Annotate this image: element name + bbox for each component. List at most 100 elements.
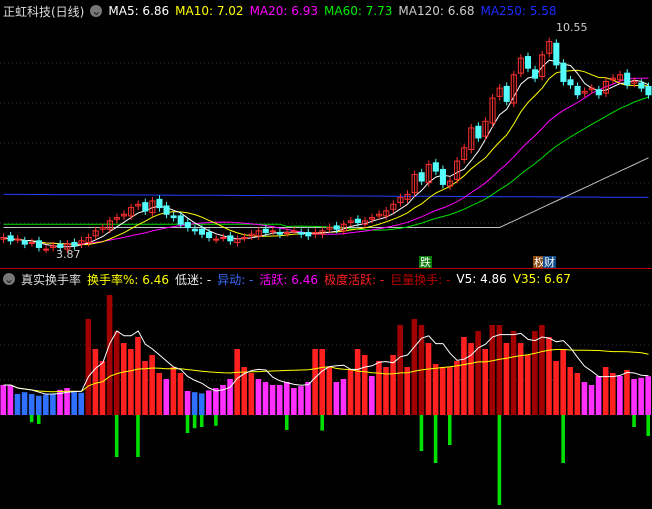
turnover-bar <box>35 395 42 415</box>
turnover-bar <box>248 373 255 415</box>
candle <box>595 89 602 96</box>
candle <box>163 205 170 215</box>
turnover-bar <box>50 393 56 415</box>
candle <box>305 232 312 237</box>
chevron-down-icon[interactable]: ⌄ <box>3 273 15 285</box>
negative-bar <box>497 415 502 505</box>
turnover-bar <box>404 367 411 415</box>
turnover-bar <box>156 373 162 415</box>
negative-bar <box>320 415 324 431</box>
turnover-bar <box>411 319 418 415</box>
ma10-line <box>3 69 649 246</box>
negative-bar <box>646 415 650 436</box>
turnover-bar <box>28 394 35 415</box>
low-price-label: 3.87 <box>56 248 81 261</box>
ma10-label: MA10: 7.02 <box>175 4 244 18</box>
candle <box>574 85 581 96</box>
negative-bar <box>185 415 190 433</box>
ma60-label: MA60: 7.73 <box>324 4 393 18</box>
turnover-bar <box>177 373 184 415</box>
candle <box>156 198 163 209</box>
candle <box>206 232 213 239</box>
turnover-bar <box>432 364 439 415</box>
turnover-bar <box>602 367 609 415</box>
turnover-bar <box>645 376 651 415</box>
turnover-bar <box>319 349 325 415</box>
candle <box>35 240 43 248</box>
turnover-bar <box>213 388 219 415</box>
negative-bar <box>447 415 452 445</box>
negative-bar <box>36 415 41 424</box>
turnover-bar <box>283 382 290 415</box>
candle <box>475 125 482 139</box>
candle <box>276 232 283 235</box>
candle <box>560 62 567 82</box>
turnover-bar <box>305 382 311 415</box>
indicator-title: 真实换手率 <box>21 272 82 287</box>
turnover-bar <box>482 349 488 415</box>
turnover-bar <box>439 367 446 415</box>
turnover-bar <box>390 355 396 415</box>
ma250-line <box>3 193 649 198</box>
candle <box>567 79 574 86</box>
turnover-bar <box>276 385 283 415</box>
turnover-bar <box>43 394 49 415</box>
turnover-bar <box>255 379 262 415</box>
candle <box>28 241 35 244</box>
turnover-chart[interactable] <box>0 288 652 509</box>
price-chart[interactable] <box>0 18 652 268</box>
candle <box>532 69 539 79</box>
negative-bar <box>199 415 204 427</box>
candle <box>220 237 227 239</box>
turnover-bar <box>78 392 85 415</box>
candle <box>71 241 78 247</box>
turnover-bar <box>553 361 559 415</box>
candle <box>170 215 177 219</box>
chevron-down-icon[interactable]: ⌄ <box>90 5 103 17</box>
turnover-bar <box>163 379 170 415</box>
turnover-bar <box>574 373 581 415</box>
ma250-label: MA250: 5.58 <box>480 4 557 18</box>
candle <box>191 228 198 232</box>
negative-bar <box>433 415 438 463</box>
indicator-header: ⌄ 真实换手率 换手率%: 6.46 低迷: - 异动: - 活跃: 6.46 … <box>0 270 571 288</box>
huge-turnover-label: 巨量换手: - <box>390 272 451 287</box>
turnover-bar <box>617 376 623 415</box>
candle <box>439 168 446 185</box>
active-label: 活跃: 6.46 <box>259 272 318 287</box>
negative-bar <box>114 415 119 457</box>
turnover-bar <box>340 379 347 415</box>
turnover-bar <box>461 337 467 415</box>
turnover-bar <box>624 370 630 415</box>
pane-divider[interactable] <box>0 268 652 269</box>
turnover-bar <box>170 367 177 415</box>
negative-bar <box>214 415 218 426</box>
candle <box>283 232 291 235</box>
turnover-bar <box>369 376 375 415</box>
turnover-bar <box>581 382 588 415</box>
candle <box>645 85 652 96</box>
candle <box>638 82 645 89</box>
turnover-bar <box>92 349 99 415</box>
turnover-bar <box>588 385 595 415</box>
turnover-bar <box>510 331 517 415</box>
turnover-bar <box>361 355 368 415</box>
stock-title: 正虹科技(日线) <box>3 4 85 19</box>
turnover-bar <box>198 393 205 415</box>
turnover-bar <box>21 392 28 415</box>
candle <box>291 230 298 233</box>
turnover-bar <box>184 391 191 415</box>
high-price-label: 10.55 <box>556 21 588 34</box>
candle <box>624 72 631 86</box>
turnover-bar <box>631 379 637 415</box>
turnover-bar <box>397 325 403 415</box>
turnover-bar <box>609 373 616 415</box>
candle <box>298 232 305 235</box>
candle <box>21 240 28 245</box>
ma5-line <box>3 59 649 248</box>
turnover-label: 换手率%: 6.46 <box>87 272 169 287</box>
candle <box>7 235 14 242</box>
turnover-bar <box>567 367 574 415</box>
turnover-bar <box>446 367 453 415</box>
candle <box>213 238 220 241</box>
